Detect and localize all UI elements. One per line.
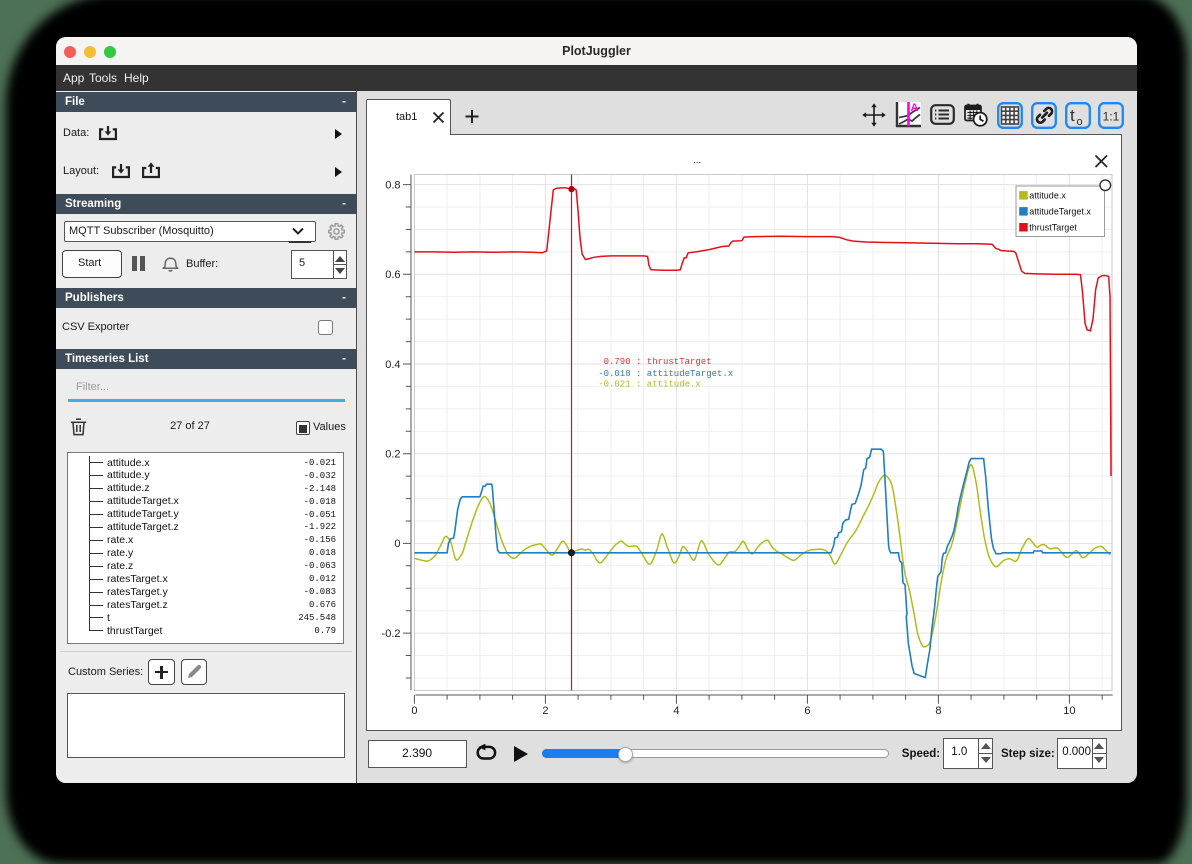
svg-text:attitude.x: attitude.x bbox=[1029, 191, 1066, 201]
svg-text:0: 0 bbox=[411, 705, 417, 717]
svg-text:6: 6 bbox=[804, 705, 810, 717]
svg-text:1:1: 1:1 bbox=[1103, 109, 1120, 123]
svg-text:o: o bbox=[1076, 116, 1082, 128]
svg-text:0.8: 0.8 bbox=[385, 179, 400, 191]
svg-text:0.790 : thrustTarget: 0.790 : thrustTarget bbox=[604, 357, 712, 367]
svg-text:...: ... bbox=[693, 155, 701, 166]
svg-text:10: 10 bbox=[1063, 705, 1075, 717]
svg-text:-0.018 : attitudeTarget.x: -0.018 : attitudeTarget.x bbox=[598, 369, 733, 379]
svg-text:0.2: 0.2 bbox=[385, 449, 400, 461]
svg-text:A: A bbox=[911, 102, 919, 114]
svg-text:8: 8 bbox=[935, 705, 941, 717]
svg-text:2: 2 bbox=[542, 705, 548, 717]
svg-text:-0.2: -0.2 bbox=[382, 628, 401, 640]
svg-text:attitudeTarget.x: attitudeTarget.x bbox=[1029, 207, 1091, 217]
svg-text:0: 0 bbox=[394, 538, 400, 550]
svg-text:-0.021 : attitude.x: -0.021 : attitude.x bbox=[598, 379, 701, 389]
svg-text:0.4: 0.4 bbox=[385, 359, 400, 371]
svg-text:0.6: 0.6 bbox=[385, 269, 400, 281]
svg-text:t: t bbox=[1070, 106, 1075, 125]
svg-text:4: 4 bbox=[673, 705, 679, 717]
svg-text:thrustTarget: thrustTarget bbox=[1029, 222, 1077, 232]
